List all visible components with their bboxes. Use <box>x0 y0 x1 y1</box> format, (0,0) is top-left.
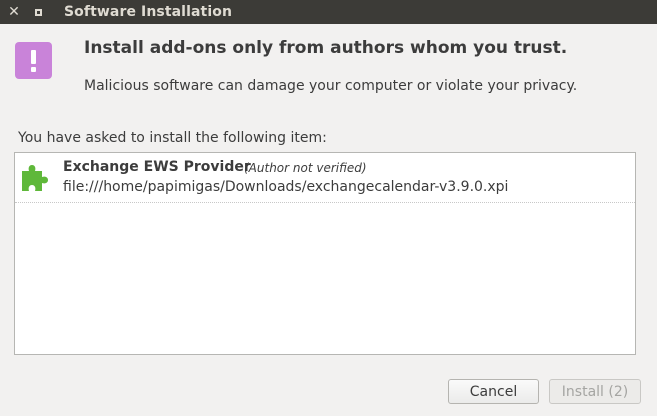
dialog-heading: Install add-ons only from authors whom y… <box>84 38 568 58</box>
list-item[interactable]: Exchange EWS Provider (Author not verifi… <box>15 153 635 203</box>
title-bar: ✕ Software Installation <box>0 0 657 24</box>
install-item-list[interactable]: Exchange EWS Provider (Author not verifi… <box>14 152 636 355</box>
author-status: (Author not verified) <box>244 161 367 175</box>
cancel-button[interactable]: Cancel <box>448 379 539 404</box>
window-title: Software Installation <box>64 4 233 20</box>
maximize-icon[interactable] <box>26 0 50 24</box>
dialog-message: Malicious software can damage your compu… <box>84 78 578 94</box>
software-installation-dialog: ✕ Software Installation Install add-ons … <box>0 0 657 416</box>
addon-name: Exchange EWS Provider <box>63 159 251 175</box>
close-icon[interactable]: ✕ <box>2 0 26 24</box>
puzzle-piece-icon <box>22 165 48 191</box>
warning-icon <box>15 42 52 79</box>
install-button[interactable]: Install (2) <box>549 379 641 404</box>
item-list-label: You have asked to install the following … <box>18 130 327 146</box>
addon-file-path: file:///home/papimigas/Downloads/exchang… <box>63 179 509 195</box>
